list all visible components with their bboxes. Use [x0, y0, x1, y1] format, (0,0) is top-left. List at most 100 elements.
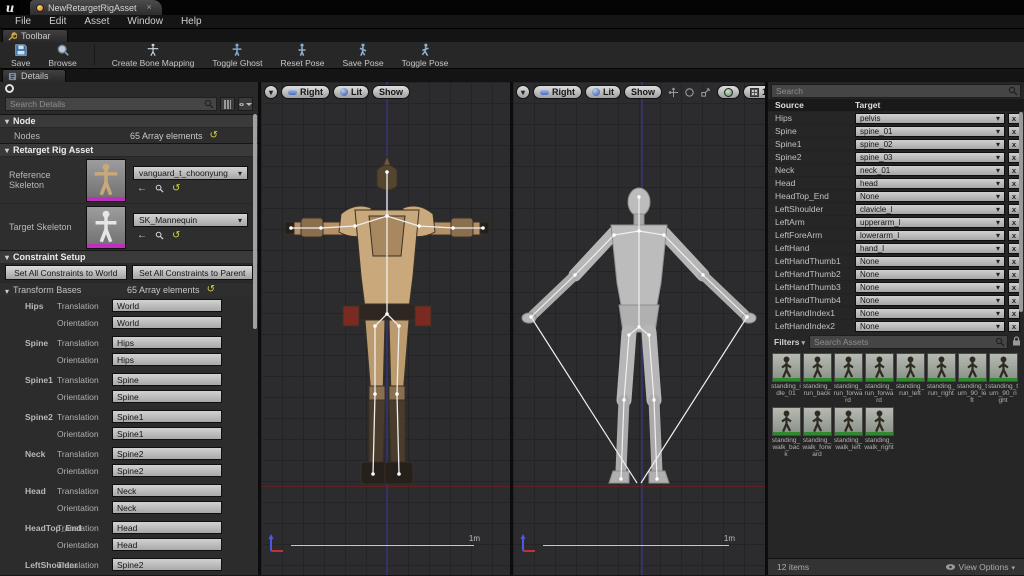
public-view-icon[interactable]	[5, 84, 14, 93]
asset-item[interactable]: standing_walk_left	[833, 407, 863, 458]
orientation-basis-field[interactable]: Head	[112, 538, 222, 551]
mapping-search-input[interactable]	[771, 84, 1021, 98]
asset-document-tab[interactable]: NewRetargetRigAsset	[30, 0, 162, 15]
lock-button[interactable]	[1012, 333, 1021, 351]
orientation-basis-field[interactable]: Spine1	[112, 427, 222, 440]
target-bone-dropdown[interactable]: head	[855, 177, 1005, 189]
scale-tool-icon[interactable]	[700, 87, 711, 98]
viewport-menu-dropdown[interactable]	[516, 85, 531, 99]
translation-basis-field[interactable]: Head	[112, 521, 222, 534]
set-constraints-parent-button[interactable]: Set All Constraints to Parent	[131, 265, 253, 280]
target-bone-dropdown[interactable]: None	[855, 281, 1005, 293]
target-bone-dropdown[interactable]: pelvis	[855, 112, 1005, 124]
details-tab[interactable]: Details	[2, 69, 66, 82]
translation-basis-field[interactable]: Spine	[112, 373, 222, 386]
target-bone-dropdown[interactable]: None	[855, 294, 1005, 306]
rotate-tool-icon[interactable]	[684, 87, 695, 98]
camera-mode-button[interactable]: Right	[533, 85, 583, 99]
rig-section-header[interactable]: Retarget Rig Asset	[0, 143, 258, 156]
source-character-vanguard[interactable]	[285, 156, 489, 492]
orientation-basis-field[interactable]: Neck	[112, 501, 222, 514]
view-options-button[interactable]	[238, 97, 253, 111]
grid-snap-button[interactable]: 10	[743, 85, 765, 99]
target-bone-dropdown[interactable]: None	[855, 190, 1005, 202]
translation-basis-field[interactable]: World	[112, 299, 222, 312]
toggle-ghost-button[interactable]: Toggle Ghost	[203, 42, 271, 68]
asset-item[interactable]: standing_idle_01	[771, 353, 801, 404]
target-bone-dropdown[interactable]: None	[855, 255, 1005, 267]
node-section-header[interactable]: Node	[0, 114, 258, 127]
menu-item-asset[interactable]: Asset	[75, 16, 118, 27]
target-bone-dropdown[interactable]: hand_l	[855, 242, 1005, 254]
translate-tool-icon[interactable]	[668, 87, 679, 98]
target-bone-dropdown[interactable]: None	[855, 307, 1005, 319]
asset-item[interactable]: standing_run_right	[926, 353, 956, 404]
translation-basis-field[interactable]: Hips	[112, 336, 222, 349]
target-viewport[interactable]: Right Lit Show 10 10°	[513, 82, 765, 575]
reset-to-default-icon[interactable]	[172, 231, 180, 241]
target-skeleton-thumbnail[interactable]	[86, 205, 126, 249]
asset-item[interactable]: standing_walk_right	[864, 407, 894, 458]
target-skeleton-dropdown[interactable]: SK_Mannequin	[133, 213, 248, 227]
target-bone-dropdown[interactable]: None	[855, 268, 1005, 280]
use-selected-icon[interactable]	[137, 231, 147, 241]
translation-basis-field[interactable]: Spine1	[112, 410, 222, 423]
asset-item[interactable]: standing_run_forward	[833, 353, 863, 404]
orientation-basis-field[interactable]: World	[112, 316, 222, 329]
reference-skeleton-dropdown[interactable]: vanguard_t_choonyung	[133, 166, 248, 180]
asset-item[interactable]: standing_turn_90_right	[988, 353, 1018, 404]
translation-basis-field[interactable]: Spine2	[112, 447, 222, 460]
orientation-basis-field[interactable]: Spine2	[112, 464, 222, 477]
target-bone-dropdown[interactable]: spine_02	[855, 138, 1005, 150]
view-mode-button[interactable]: Lit	[333, 85, 370, 99]
asset-item[interactable]: standing_walk_forward	[802, 407, 832, 458]
show-menu-button[interactable]: Show	[624, 85, 663, 99]
show-menu-button[interactable]: Show	[372, 85, 411, 99]
set-constraints-world-button[interactable]: Set All Constraints to World	[5, 265, 127, 280]
filters-button[interactable]: Filters	[771, 337, 805, 347]
browse-to-asset-icon[interactable]	[155, 231, 164, 240]
target-character-mannequin[interactable]	[517, 187, 765, 497]
target-bone-dropdown[interactable]: upperarm_l	[855, 216, 1005, 228]
reset-to-default-icon[interactable]	[172, 184, 180, 194]
reset-to-default-icon[interactable]	[210, 131, 218, 141]
asset-item[interactable]: standing_run_forward	[864, 353, 894, 404]
orientation-basis-field[interactable]: Hips	[112, 353, 222, 366]
mapping-scrollbar[interactable]	[1019, 112, 1023, 312]
menu-item-edit[interactable]: Edit	[40, 16, 75, 27]
browse-to-asset-icon[interactable]	[155, 184, 164, 193]
menu-item-help[interactable]: Help	[172, 16, 211, 27]
target-bone-dropdown[interactable]: lowerarm_l	[855, 229, 1005, 241]
translation-basis-field[interactable]: Neck	[112, 484, 222, 497]
asset-item[interactable]: standing_run_left	[895, 353, 925, 404]
search-details-input[interactable]	[5, 97, 217, 111]
target-bone-dropdown[interactable]: spine_03	[855, 151, 1005, 163]
target-bone-dropdown[interactable]: clavicle_l	[855, 203, 1005, 215]
view-options-button[interactable]: View Options	[945, 562, 1015, 572]
save-pose-button[interactable]: Save Pose	[333, 42, 392, 68]
toolbar-tab[interactable]: Toolbar	[2, 29, 68, 42]
target-bone-dropdown[interactable]: None	[855, 320, 1005, 332]
camera-mode-button[interactable]: Right	[281, 85, 331, 99]
constraint-section-header[interactable]: Constraint Setup	[0, 250, 258, 263]
asset-item[interactable]: standing_walk_back	[771, 407, 801, 458]
menu-item-file[interactable]: File	[6, 16, 40, 27]
asset-item[interactable]: standing_turn_90_left	[957, 353, 987, 404]
menu-item-window[interactable]: Window	[118, 16, 172, 27]
translation-basis-field[interactable]: Spine2	[112, 558, 222, 571]
toggle-pose-button[interactable]: Toggle Pose	[393, 42, 458, 68]
asset-item[interactable]: standing_run_back	[802, 353, 832, 404]
view-mode-button[interactable]: Lit	[585, 85, 622, 99]
coordinate-system-button[interactable]	[717, 85, 741, 99]
use-selected-icon[interactable]	[137, 184, 147, 194]
target-bone-dropdown[interactable]: spine_01	[855, 125, 1005, 137]
target-bone-dropdown[interactable]: neck_01	[855, 164, 1005, 176]
create-bone-mapping-button[interactable]: Create Bone Mapping	[103, 42, 204, 68]
viewport-menu-dropdown[interactable]	[264, 85, 279, 99]
column-toggle-button[interactable]	[220, 97, 235, 111]
search-assets-input[interactable]	[809, 335, 1008, 349]
reset-to-default-icon[interactable]	[207, 285, 215, 295]
save-button[interactable]: Save	[2, 42, 39, 68]
source-viewport[interactable]: Right Lit Show 1m	[261, 82, 510, 575]
reset-pose-button[interactable]: Reset Pose	[272, 42, 334, 68]
